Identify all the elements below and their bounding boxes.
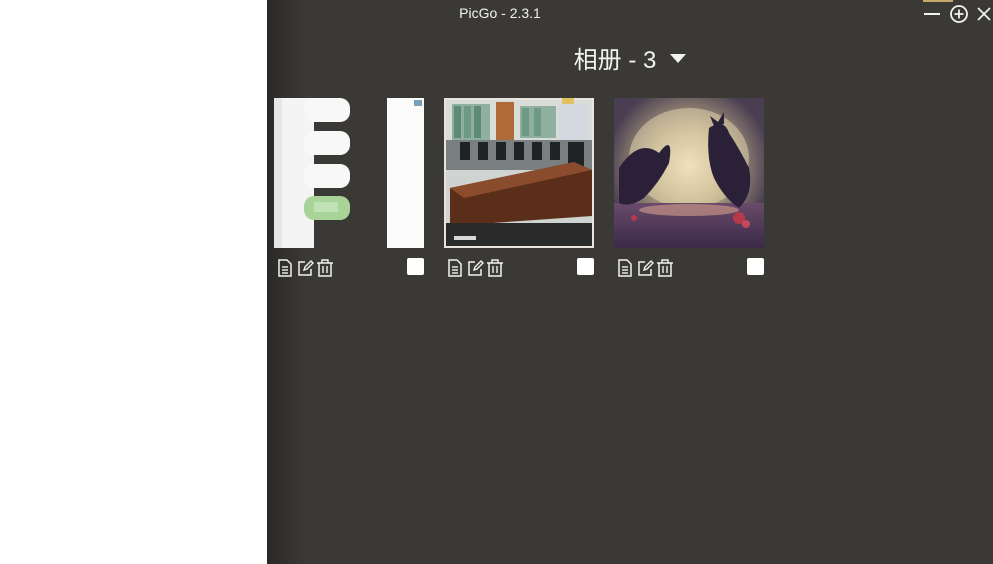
copy-link-button[interactable]	[446, 258, 464, 278]
close-icon	[977, 7, 991, 21]
edit-icon	[468, 260, 484, 276]
file-text-icon	[618, 259, 632, 277]
file-text-icon	[448, 259, 462, 277]
fantasy-dragons-moon-art	[614, 98, 764, 248]
file-text-icon	[278, 259, 292, 277]
select-checkbox[interactable]	[747, 258, 764, 275]
ui-screenshot-thumbnail	[274, 98, 424, 248]
select-checkbox[interactable]	[407, 258, 424, 275]
delete-button[interactable]	[486, 258, 504, 278]
window-title: PicGo - 2.3.1	[459, 5, 541, 21]
minimize-button[interactable]	[922, 4, 942, 24]
titlebar-accent	[923, 0, 953, 2]
image-actions	[274, 258, 424, 278]
edit-button[interactable]	[466, 258, 484, 278]
minimize-icon	[924, 13, 940, 15]
gallery-item	[274, 98, 424, 280]
maximize-icon	[950, 5, 968, 23]
album-selector[interactable]: 相册 - 3	[574, 40, 687, 75]
close-button[interactable]	[974, 4, 993, 24]
titlebar[interactable]: PicGo - 2.3.1	[267, 0, 993, 28]
trash-icon	[487, 259, 503, 277]
image-thumbnail[interactable]	[274, 98, 424, 248]
delete-button[interactable]	[316, 258, 334, 278]
picgo-window: PicGo - 2.3.1 相册 - 3	[267, 0, 993, 564]
album-title: 相册 - 3	[573, 47, 657, 74]
gallery-item	[444, 98, 594, 280]
trash-icon	[657, 259, 673, 277]
copy-link-button[interactable]	[276, 258, 294, 278]
copy-link-button[interactable]	[616, 258, 634, 278]
desktop-background	[0, 0, 267, 564]
delete-button[interactable]	[656, 258, 674, 278]
image-thumbnail[interactable]	[614, 98, 764, 248]
edit-icon	[638, 260, 654, 276]
edit-icon	[298, 260, 314, 276]
album-header: 相册 - 3	[267, 40, 993, 74]
gallery-item	[614, 98, 764, 280]
trash-icon	[317, 259, 333, 277]
select-checkbox[interactable]	[577, 258, 594, 275]
image-thumbnail[interactable]	[444, 98, 594, 248]
meeting-room-photo	[444, 98, 594, 248]
maximize-button[interactable]	[949, 4, 969, 24]
caret-down-icon	[670, 54, 687, 63]
image-actions	[444, 258, 594, 278]
edit-button[interactable]	[636, 258, 654, 278]
edit-button[interactable]	[296, 258, 314, 278]
image-actions	[614, 258, 764, 278]
